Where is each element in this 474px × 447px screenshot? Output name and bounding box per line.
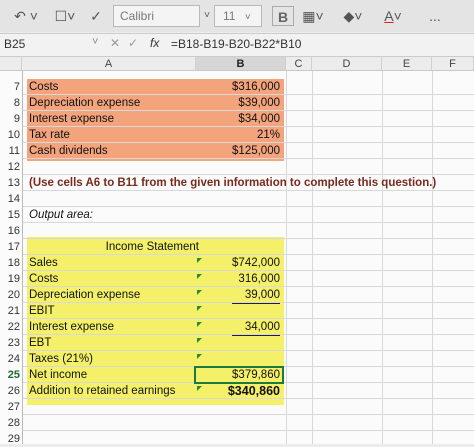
error-indicator-icon[interactable]: [197, 322, 202, 327]
given-value[interactable]: 21%: [196, 127, 280, 143]
row-header[interactable]: 18: [0, 255, 22, 271]
statement-label[interactable]: Depreciation expense: [29, 287, 140, 303]
statement-label[interactable]: EBT: [29, 335, 51, 351]
error-indicator-icon[interactable]: [197, 338, 202, 343]
column-header-c[interactable]: C: [286, 57, 312, 71]
row-header[interactable]: 13: [0, 175, 22, 191]
column-header-a[interactable]: A: [22, 57, 196, 71]
name-box[interactable]: B25: [4, 37, 84, 51]
given-value[interactable]: $34,000: [196, 111, 280, 127]
statement-label[interactable]: Costs: [29, 271, 58, 287]
row-header[interactable]: 22: [0, 319, 22, 335]
statement-title[interactable]: Income Statement: [27, 239, 199, 255]
error-indicator-icon[interactable]: [197, 258, 202, 263]
column-header-e[interactable]: E: [382, 57, 432, 71]
error-indicator-icon[interactable]: [197, 306, 202, 311]
column-header-d[interactable]: D: [312, 57, 382, 71]
output-area-label: Output area:: [29, 209, 93, 221]
given-value[interactable]: $39,000: [196, 95, 280, 111]
corner-header[interactable]: [0, 57, 22, 71]
row-header[interactable]: 19: [0, 271, 22, 287]
ribbon-toolbar: ↶ ˅ ☐˅ ✓ Calibri ˅ 11 ˅ B ▦˅ ◆˅ A˅ ...: [0, 0, 474, 32]
row-header[interactable]: 8: [0, 95, 22, 111]
clipboard-icon[interactable]: ☐˅: [50, 6, 80, 26]
row-header[interactable]: 15: [0, 207, 22, 223]
statement-label[interactable]: Net income: [29, 367, 87, 383]
column-header-b[interactable]: B: [196, 57, 286, 71]
statement-value[interactable]: 39,000: [232, 287, 280, 304]
given-label[interactable]: Costs: [29, 79, 58, 95]
font-size-select[interactable]: 11 ˅: [214, 5, 262, 27]
cancel-icon[interactable]: ✕: [110, 36, 120, 50]
instruction-text: (Use cells A6 to B11 from the given info…: [29, 177, 437, 189]
row-header[interactable]: 21: [0, 303, 22, 319]
font-color-button[interactable]: A˅: [380, 6, 406, 26]
column-header-f[interactable]: F: [432, 57, 474, 71]
more-button[interactable]: ...: [420, 6, 450, 26]
formula-input[interactable]: =B18-B19-B20-B22*B10: [171, 37, 301, 51]
statement-value[interactable]: 34,000: [232, 319, 280, 336]
font-color-label: A: [384, 8, 394, 24]
statement-value[interactable]: 316,000: [196, 271, 280, 287]
given-label[interactable]: Cash dividends: [29, 143, 108, 159]
statement-label[interactable]: Interest expense: [29, 319, 114, 335]
row-header[interactable]: 16: [0, 223, 22, 239]
font-size-value: 11: [223, 9, 236, 23]
statement-value[interactable]: $379,860: [196, 367, 280, 383]
chevron-down-icon[interactable]: ˅: [200, 6, 214, 26]
confirm-icon[interactable]: ✓: [128, 36, 138, 50]
spreadsheet-grid[interactable]: A B C D E F 7 8 9 10 11 12 13 14 15 16 1…: [0, 57, 474, 447]
given-label[interactable]: Tax rate: [29, 127, 70, 143]
font-name-value: Calibri: [120, 9, 155, 23]
borders-icon[interactable]: ▦˅: [300, 6, 326, 26]
error-indicator-icon[interactable]: [197, 386, 202, 391]
error-indicator-icon[interactable]: [197, 354, 202, 359]
undo-icon[interactable]: ↶ ˅: [6, 6, 46, 26]
statement-label[interactable]: Sales: [29, 255, 58, 271]
row-header[interactable]: 12: [0, 159, 22, 175]
row-header[interactable]: 27: [0, 399, 22, 415]
given-value[interactable]: $125,000: [196, 143, 280, 159]
row-header[interactable]: 23: [0, 335, 22, 351]
bold-button[interactable]: B: [272, 6, 294, 26]
error-indicator-icon[interactable]: [197, 290, 202, 295]
row-header[interactable]: 9: [0, 111, 22, 127]
statement-value[interactable]: $340,860: [196, 383, 280, 399]
row-header[interactable]: 25: [0, 367, 22, 383]
font-name-select[interactable]: Calibri: [113, 5, 200, 27]
error-indicator-icon[interactable]: [197, 274, 202, 279]
row-header[interactable]: 29: [0, 431, 22, 447]
chevron-down-icon[interactable]: ˅: [92, 36, 98, 48]
statement-label[interactable]: Taxes (21%): [29, 351, 93, 367]
given-value[interactable]: $316,000: [196, 79, 280, 95]
format-painter-icon[interactable]: ✓: [86, 6, 106, 26]
fill-color-icon[interactable]: ◆˅: [340, 6, 366, 26]
row-header[interactable]: 10: [0, 127, 22, 143]
row-header[interactable]: 17: [0, 239, 22, 255]
function-label[interactable]: fx: [150, 36, 159, 50]
row-header[interactable]: 26: [0, 383, 22, 399]
row-header[interactable]: 28: [0, 415, 22, 431]
statement-label[interactable]: EBIT: [29, 303, 55, 319]
row-header[interactable]: 14: [0, 191, 22, 207]
row-header[interactable]: 7: [0, 79, 22, 95]
row-header[interactable]: 20: [0, 287, 22, 303]
statement-label[interactable]: Addition to retained earnings: [29, 383, 175, 399]
given-label[interactable]: Interest expense: [29, 111, 114, 127]
formula-bar: B25 ˅ ✕ ✓ fx =B18-B19-B20-B22*B10: [0, 33, 474, 57]
given-label[interactable]: Depreciation expense: [29, 95, 140, 111]
row-header[interactable]: 11: [0, 143, 22, 159]
row-header[interactable]: 24: [0, 351, 22, 367]
statement-value[interactable]: $742,000: [196, 255, 280, 271]
